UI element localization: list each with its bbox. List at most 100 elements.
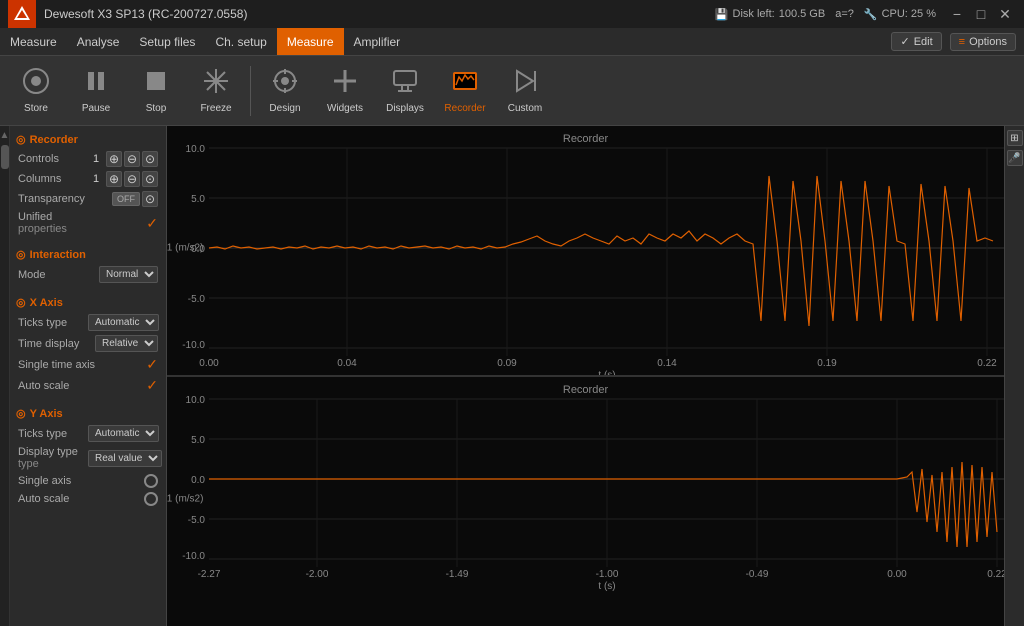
menu-ch-setup[interactable]: Ch. setup [205,28,276,55]
time-display-label: Time display [18,338,88,350]
single-time-label: Single time axis [18,359,95,371]
mode-label: Mode [18,269,88,281]
controls-controls: 1 ⊕ ⊖ ⊙ [88,151,158,167]
displays-button[interactable]: Displays [377,61,433,121]
controls-add-button[interactable]: ⊕ [106,151,122,167]
right-grid-button[interactable]: ⊞ [1007,130,1023,146]
chart2-svg: Recorder AI 1 (m/s2) 10.0 5.0 0.0 -5.0 -… [167,377,1004,626]
interaction-section-header[interactable]: ◎ Interaction [14,245,162,264]
auto-scale-x-label: Auto scale [18,380,88,392]
svg-text:-10.0: -10.0 [182,340,205,351]
columns-row: Columns 1 ⊕ ⊖ ⊙ [14,169,162,189]
recorder-button[interactable]: Recorder [437,61,493,121]
chart1-panel: Recorder AI 1 (m/s2) 10.0 5.0 0.0 -5.0 -… [167,126,1004,377]
svg-text:t (s): t (s) [598,370,615,375]
displays-icon [391,67,419,99]
svg-text:0.09: 0.09 [497,358,517,369]
svg-text:0.19: 0.19 [817,358,837,369]
display-type-label: Display type [18,446,88,458]
menu-analyse[interactable]: Analyse [67,28,130,55]
minimize-button[interactable]: − [946,3,968,25]
svg-text:0.22: 0.22 [987,569,1004,580]
transparency-toggle[interactable]: OFF [112,192,140,206]
controls-remove-button[interactable]: ⊖ [124,151,140,167]
transparency-row: Transparency OFF ⊙ [14,189,162,209]
cpu-info: 🔧 CPU: 25 % [864,8,936,21]
recorder-section-header[interactable]: ◎ Recorder [14,130,162,149]
single-axis-radio[interactable] [144,474,158,488]
svg-text:5.0: 5.0 [191,194,205,205]
window-controls: − □ ✕ [946,3,1016,25]
columns-label: Columns [18,173,88,185]
options-icon: ≡ [959,36,965,48]
a-value: a=? [835,8,854,20]
menu-bar: Measure Analyse Setup files Ch. setup Me… [0,28,1024,56]
auto-scale-y-radio[interactable] [144,492,158,506]
display-type-select[interactable]: Real value [88,450,162,467]
time-display-select[interactable]: Relative [95,335,158,352]
single-time-check[interactable]: ✓ [146,356,158,373]
design-button[interactable]: Design [257,61,313,121]
recorder-chevron-icon: ◎ [16,133,26,146]
columns-expand-button[interactable]: ⊙ [142,171,158,187]
ticks-type-select[interactable]: Automatic [88,314,159,331]
interaction-chevron-icon: ◎ [16,248,26,261]
unified-check[interactable]: ✓ [146,215,158,232]
single-axis-row: Single axis [14,472,162,490]
xaxis-chevron-icon: ◎ [16,296,26,309]
edit-button[interactable]: ✓ Edit [891,32,941,51]
columns-remove-button[interactable]: ⊖ [124,171,140,187]
svg-text:t (s): t (s) [598,581,615,592]
xaxis-section-header[interactable]: ◎ X Axis [14,293,162,312]
pause-button[interactable]: Pause [68,61,124,121]
sidebar-scroll-bar[interactable]: ▲ [0,126,10,626]
menu-amplifier[interactable]: Amplifier [344,28,411,55]
single-time-row: Single time axis ✓ [14,354,162,375]
maximize-button[interactable]: □ [970,3,992,25]
menu-measure2[interactable]: Measure [277,28,344,55]
stop-button[interactable]: Stop [128,61,184,121]
disk-info: 💾 Disk left: 100.5 GB [715,8,825,21]
right-mic-button[interactable]: 🎤 [1007,150,1023,166]
auto-scale-x-check[interactable]: ✓ [146,377,158,394]
widgets-icon [331,67,359,99]
close-button[interactable]: ✕ [994,3,1016,25]
svg-text:5.0: 5.0 [191,435,205,446]
toolbar-separator-1 [250,66,251,116]
charts-area: Recorder AI 1 (m/s2) 10.0 5.0 0.0 -5.0 -… [167,126,1004,626]
columns-add-button[interactable]: ⊕ [106,171,122,187]
pause-icon [82,67,110,99]
unified-row: Unified properties ✓ [14,209,162,237]
freeze-button[interactable]: Freeze [188,61,244,121]
menu-setup-files[interactable]: Setup files [129,28,205,55]
widgets-button[interactable]: Widgets [317,61,373,121]
freeze-icon [202,67,230,99]
y-ticks-type-select[interactable]: Automatic [88,425,159,442]
options-button[interactable]: ≡ Options [950,33,1016,51]
svg-text:-1.00: -1.00 [596,569,619,580]
yaxis-section-header[interactable]: ◎ Y Axis [14,404,162,423]
recorder-icon [451,67,479,99]
controls-row: Controls 1 ⊕ ⊖ ⊙ [14,149,162,169]
scroll-up-arrow[interactable]: ▲ [0,130,9,141]
chart1-title: Recorder [563,133,609,145]
menu-measure[interactable]: Measure [0,28,67,55]
custom-button[interactable]: Custom [497,61,553,121]
custom-icon [511,67,539,99]
design-icon [271,67,299,99]
mode-select[interactable]: Normal [99,266,158,283]
right-panel: ⊞ 🎤 [1004,126,1024,626]
sys-info: 💾 Disk left: 100.5 GB a=? 🔧 CPU: 25 % [715,8,936,21]
columns-value: 1 [88,173,104,185]
svg-text:0.00: 0.00 [887,569,907,580]
unified-label: Unified [18,211,88,223]
xaxis-section: ◎ X Axis Ticks type Automatic Time displ… [14,293,162,396]
disk-icon: 💾 [715,8,729,21]
store-button[interactable]: Store [8,61,64,121]
yaxis-section: ◎ Y Axis Ticks type Automatic Display ty… [14,404,162,508]
svg-text:0.22: 0.22 [977,358,997,369]
transparency-expand-button[interactable]: ⊙ [142,191,158,207]
controls-expand-button[interactable]: ⊙ [142,151,158,167]
auto-scale-x-row: Auto scale ✓ [14,375,162,396]
scroll-thumb[interactable] [1,145,9,169]
